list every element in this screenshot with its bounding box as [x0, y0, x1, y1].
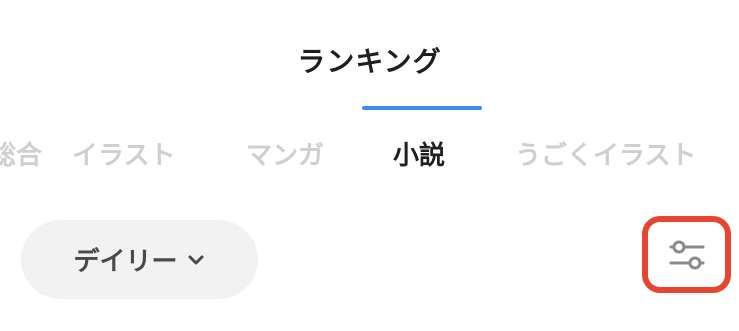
- tab-manga[interactable]: マンガ: [246, 136, 324, 180]
- sliders-icon: [669, 240, 704, 269]
- period-label: デイリー: [73, 247, 178, 277]
- category-tabs: 総合 イラスト マンガ 小説 うごくイラスト: [0, 136, 739, 180]
- tab-general[interactable]: 総合: [0, 136, 42, 180]
- tab-ugoira[interactable]: うごくイラスト: [515, 136, 696, 180]
- tab-novel[interactable]: 小説: [393, 136, 445, 180]
- page-title: ランキング: [297, 45, 442, 78]
- filter-button[interactable]: [642, 216, 731, 293]
- chevron-down-icon: [188, 255, 203, 264]
- active-tab-indicator: [362, 106, 482, 110]
- ranking-page: ランキング 総合 イラスト マンガ 小説 うごくイラスト デイリー: [0, 0, 739, 331]
- tab-illustration[interactable]: イラスト: [72, 136, 175, 180]
- period-select-button[interactable]: デイリー: [21, 220, 258, 299]
